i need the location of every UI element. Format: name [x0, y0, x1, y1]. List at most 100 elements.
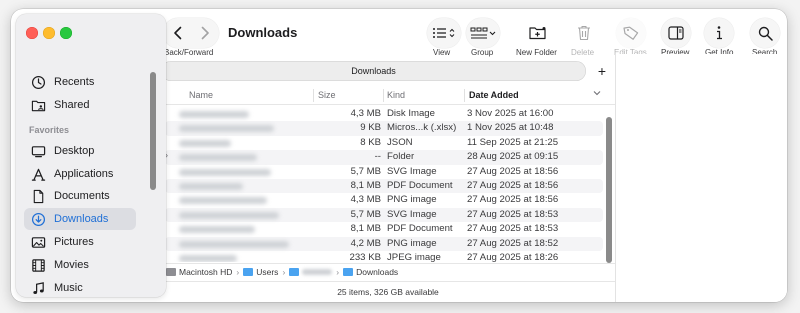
- file-row[interactable]: › -- Folder 28 Aug 2025 at 09:15: [165, 150, 603, 165]
- hard-drive-icon: [166, 268, 176, 276]
- file-row[interactable]: 4,2 MB PNG image 27 Aug 2025 at 18:52: [165, 236, 603, 251]
- sidebar-item-applications[interactable]: Applications: [24, 163, 136, 185]
- column-header-size[interactable]: Size: [318, 90, 336, 100]
- file-date-added: 27 Aug 2025 at 18:26: [467, 252, 559, 262]
- delete-button[interactable]: [569, 18, 599, 48]
- sort-chevron-icon[interactable]: [593, 89, 601, 99]
- path-segment-downloads[interactable]: Downloads: [343, 267, 398, 277]
- file-row[interactable]: 5,7 MB SVG Image 27 Aug 2025 at 18:56: [165, 165, 603, 179]
- file-row[interactable]: 4,3 MB Disk Image 3 Nov 2025 at 16:00: [165, 107, 603, 121]
- redacted-file-name: [179, 255, 237, 262]
- redacted-file-name: [179, 226, 255, 234]
- file-size: 4,3 MB: [350, 194, 381, 206]
- column-header-date-added[interactable]: Date Added: [469, 90, 519, 100]
- file-size: 4,2 MB: [350, 237, 381, 249]
- applications-icon: [30, 166, 46, 182]
- preview-pane-icon: [668, 26, 684, 40]
- edit-tags-button[interactable]: [616, 18, 646, 48]
- file-row[interactable]: 8 KB JSON 11 Sep 2025 at 21:25: [165, 136, 603, 150]
- file-size: 8,1 MB: [350, 180, 381, 191]
- column-header-kind[interactable]: Kind: [387, 90, 405, 100]
- path-chevron-icon: ›: [236, 267, 240, 277]
- file-date-added: 27 Aug 2025 at 18:56: [467, 165, 559, 177]
- delete-label: Delete: [571, 48, 595, 57]
- preview-panel: [615, 54, 787, 302]
- sidebar-item-label: Pictures: [54, 236, 94, 248]
- sidebar-scrollbar[interactable]: [150, 72, 156, 190]
- file-date-added: 27 Aug 2025 at 18:53: [467, 208, 559, 220]
- path-bar: Macintosh HD › Users › › Downloads: [161, 263, 615, 280]
- redacted-file-name: [179, 139, 231, 147]
- group-label: Group: [471, 48, 494, 57]
- tab-downloads[interactable]: Downloads: [161, 61, 586, 81]
- redacted-file-name: [179, 154, 257, 162]
- sidebar: Recents Shared Favorites Desktop Applica…: [16, 14, 166, 297]
- file-kind: JSON: [387, 136, 413, 148]
- view-label: View: [433, 48, 451, 57]
- sidebar-item-label: Desktop: [54, 145, 95, 157]
- file-kind: SVG Image: [387, 208, 437, 220]
- redacted-username: [302, 269, 333, 275]
- redacted-file-name: [179, 111, 249, 118]
- sidebar-item-music[interactable]: Music: [24, 277, 136, 297]
- file-kind: PNG image: [387, 194, 437, 206]
- file-row[interactable]: 8,1 MB PDF Document 27 Aug 2025 at 18:53: [165, 222, 603, 236]
- group-button[interactable]: [466, 18, 500, 48]
- list-view-icon: [433, 28, 455, 38]
- desktop-icon: [30, 143, 46, 159]
- new-folder-icon: [529, 27, 546, 40]
- back-button[interactable]: [167, 22, 189, 44]
- new-folder-button[interactable]: [523, 18, 553, 48]
- file-date-added: 27 Aug 2025 at 18:56: [467, 180, 559, 191]
- sidebar-item-desktop[interactable]: Desktop: [24, 140, 136, 162]
- preview-button[interactable]: [661, 18, 691, 48]
- list-scrollbar[interactable]: [606, 117, 612, 263]
- search-icon: [758, 26, 773, 41]
- column-divider[interactable]: [464, 89, 465, 102]
- column-header-name[interactable]: Name: [189, 90, 213, 100]
- zoom-window-button[interactable]: [60, 27, 72, 39]
- document-icon: [30, 188, 46, 204]
- column-divider[interactable]: [383, 89, 384, 102]
- file-row[interactable]: 4,3 MB PNG image 27 Aug 2025 at 18:56: [165, 193, 603, 207]
- forward-button[interactable]: [194, 22, 216, 44]
- file-size: --: [374, 151, 381, 163]
- get-info-button[interactable]: [704, 18, 734, 48]
- file-row[interactable]: 9 KB Micros...k (.xlsx) 1 Nov 2025 at 10:4…: [165, 121, 603, 136]
- sidebar-item-label: Documents: [54, 190, 110, 202]
- file-kind: SVG Image: [387, 165, 437, 177]
- sidebar-item-label: Recents: [54, 76, 95, 88]
- file-row[interactable]: 5,7 MB SVG Image 27 Aug 2025 at 18:53: [165, 207, 603, 223]
- sidebar-item-shared[interactable]: Shared: [24, 94, 136, 116]
- file-size: 8 KB: [360, 136, 381, 148]
- film-icon: [30, 257, 46, 273]
- file-row[interactable]: 8,1 MB PDF Document 27 Aug 2025 at 18:56: [165, 179, 603, 194]
- search-button[interactable]: [750, 18, 780, 48]
- path-segment-label: Users: [256, 267, 279, 277]
- sidebar-item-label: Shared: [54, 99, 90, 111]
- file-row[interactable]: 233 KB JPEG image 27 Aug 2025 at 18:26: [165, 251, 603, 262]
- path-segment-user-home[interactable]: [289, 268, 333, 276]
- sidebar-item-movies[interactable]: Movies: [24, 254, 136, 276]
- new-tab-button[interactable]: +: [593, 62, 611, 80]
- minimize-window-button[interactable]: [43, 27, 55, 39]
- sidebar-item-pictures[interactable]: Pictures: [24, 231, 136, 253]
- column-divider[interactable]: [313, 89, 314, 102]
- file-date-added: 28 Aug 2025 at 09:15: [467, 151, 559, 163]
- path-segment-users[interactable]: Users: [243, 267, 278, 277]
- trash-icon: [578, 25, 590, 41]
- file-kind: JPEG image: [387, 252, 441, 262]
- redacted-file-name: [179, 168, 271, 176]
- close-window-button[interactable]: [26, 27, 38, 39]
- sidebar-item-recents[interactable]: Recents: [24, 71, 136, 93]
- clock-icon: [30, 74, 46, 90]
- path-segment-macintosh-hd[interactable]: Macintosh HD: [166, 267, 232, 277]
- redacted-file-name: [179, 183, 243, 190]
- view-button[interactable]: [427, 18, 461, 48]
- sidebar-item-label: Music: [54, 282, 83, 294]
- sidebar-item-downloads[interactable]: Downloads: [24, 208, 136, 230]
- status-bar: 25 items, 326 GB available: [161, 281, 615, 302]
- sidebar-item-label: Movies: [54, 259, 89, 271]
- sidebar-item-documents[interactable]: Documents: [24, 185, 136, 207]
- path-chevron-icon: ›: [336, 267, 340, 277]
